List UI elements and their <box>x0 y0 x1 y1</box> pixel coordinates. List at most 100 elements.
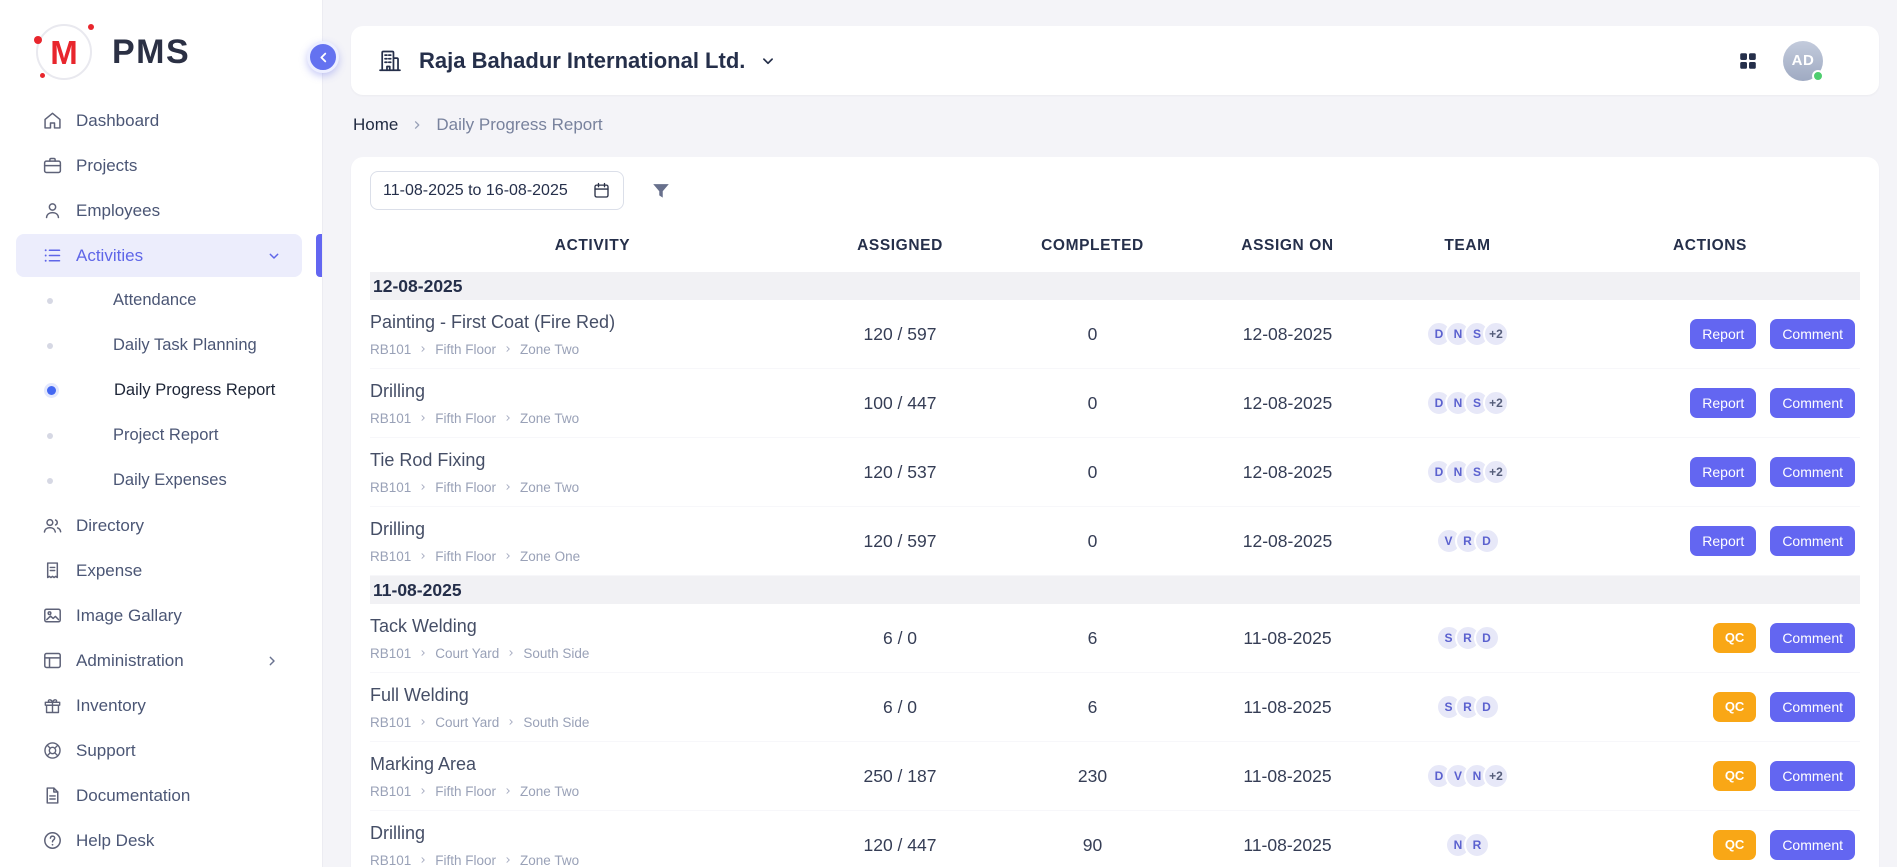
apps-grid-icon[interactable] <box>1737 50 1759 72</box>
sidebar-item-administration[interactable]: Administration <box>0 638 322 683</box>
date-range-input[interactable]: 11-08-2025 to 16-08-2025 <box>370 171 624 210</box>
sidebar-subitem-label: Daily Progress Report <box>114 381 275 400</box>
activities-icon <box>42 245 63 266</box>
activity-path: RB101Fifth FloorZone Two <box>370 342 803 357</box>
assigned-count: 120 / 447 <box>815 835 985 856</box>
filter-funnel-icon[interactable] <box>650 180 672 202</box>
report-button[interactable]: Report <box>1690 526 1756 556</box>
team-cell: SRD <box>1375 625 1560 651</box>
activity-cell: Marking AreaRB101Fifth FloorZone Two <box>370 754 815 799</box>
team-member-badge: D <box>1474 694 1500 720</box>
breadcrumb-home[interactable]: Home <box>353 115 398 135</box>
sidebar-item-activities[interactable]: Activities <box>16 234 302 277</box>
comment-button[interactable]: Comment <box>1770 388 1855 418</box>
projects-icon <box>42 155 63 176</box>
path-segment: Zone Two <box>520 853 579 867</box>
calendar-icon[interactable] <box>592 181 611 200</box>
path-chevron-icon <box>418 551 428 561</box>
activity-cell: Tack WeldingRB101Court YardSouth Side <box>370 616 815 661</box>
online-status-dot <box>1812 70 1824 82</box>
activity-row: Tie Rod FixingRB101Fifth FloorZone Two12… <box>370 438 1860 507</box>
activity-title: Painting - First Coat (Fire Red) <box>370 312 803 333</box>
activity-cell: DrillingRB101Fifth FloorZone Two <box>370 381 815 426</box>
team-cell: DVN+2 <box>1375 763 1560 789</box>
path-segment: RB101 <box>370 853 411 867</box>
active-indicator-bar <box>316 234 322 277</box>
sidebar-subitem-daily-expenses[interactable]: Daily Expenses <box>0 458 322 503</box>
comment-button[interactable]: Comment <box>1770 319 1855 349</box>
bullet-icon <box>47 298 53 304</box>
breadcrumb: Home Daily Progress Report <box>353 115 1877 135</box>
activity-cell: Tie Rod FixingRB101Fifth FloorZone Two <box>370 450 815 495</box>
sidebar-item-expense[interactable]: Expense <box>0 548 322 593</box>
assign-on-date: 12-08-2025 <box>1200 393 1375 414</box>
column-header-actions: ACTIONS <box>1560 237 1860 255</box>
chevron-down-icon[interactable] <box>759 52 777 70</box>
qc-button[interactable]: QC <box>1713 761 1757 792</box>
qc-button[interactable]: QC <box>1713 692 1757 723</box>
sidebar-subitem-project-report[interactable]: Project Report <box>0 413 322 458</box>
completed-count: 6 <box>985 697 1200 718</box>
activity-path: RB101Fifth FloorZone Two <box>370 480 803 495</box>
sidebar-collapse-button[interactable] <box>307 41 339 73</box>
actions-cell: QC Comment <box>1560 692 1860 723</box>
path-segment: Fifth Floor <box>435 480 496 495</box>
sidebar-item-inventory[interactable]: Inventory <box>0 683 322 728</box>
sidebar-item-dashboard[interactable]: Dashboard <box>0 98 322 143</box>
report-button[interactable]: Report <box>1690 388 1756 418</box>
path-chevron-icon <box>506 717 516 727</box>
sidebar-item-employees[interactable]: Employees <box>0 188 322 233</box>
path-segment: RB101 <box>370 646 411 661</box>
sidebar-item-label: Administration <box>76 651 184 671</box>
date-group-header: 12-08-2025 <box>370 272 1860 300</box>
table-body: 12-08-2025 Painting - First Coat (Fire Re… <box>370 272 1860 867</box>
assigned-count: 6 / 0 <box>815 628 985 649</box>
sidebar-item-documentation[interactable]: Documentation <box>0 773 322 818</box>
path-segment: Fifth Floor <box>435 549 496 564</box>
sidebar-subitem-daily-progress-report[interactable]: Daily Progress Report <box>0 368 322 413</box>
sidebar-item-projects[interactable]: Projects <box>0 143 322 188</box>
assigned-count: 100 / 447 <box>815 393 985 414</box>
assigned-count: 120 / 537 <box>815 462 985 483</box>
comment-button[interactable]: Comment <box>1770 761 1855 791</box>
report-button[interactable]: Report <box>1690 457 1756 487</box>
qc-button[interactable]: QC <box>1713 623 1757 654</box>
top-header-bar: Raja Bahadur International Ltd. AD <box>351 26 1879 95</box>
path-segment: South Side <box>523 646 589 661</box>
report-button[interactable]: Report <box>1690 319 1756 349</box>
filter-row: 11-08-2025 to 16-08-2025 <box>370 171 1860 210</box>
sidebar-subitem-daily-task-planning[interactable]: Daily Task Planning <box>0 323 322 368</box>
sidebar-subitem-attendance[interactable]: Attendance <box>0 278 322 323</box>
comment-button[interactable]: Comment <box>1770 457 1855 487</box>
path-chevron-icon <box>503 551 513 561</box>
actions-cell: QC Comment <box>1560 830 1860 861</box>
comment-button[interactable]: Comment <box>1770 526 1855 556</box>
expense-icon <box>42 560 63 581</box>
sidebar-item-image-gallary[interactable]: Image Gallary <box>0 593 322 638</box>
sidebar-item-directory[interactable]: Directory <box>0 503 322 548</box>
team-cell: DNS+2 <box>1375 459 1560 485</box>
sidebar-item-help-desk[interactable]: Help Desk <box>0 818 322 863</box>
actions-cell: Report Comment <box>1560 457 1860 487</box>
path-segment: RB101 <box>370 715 411 730</box>
sidebar-item-label: Support <box>76 741 136 761</box>
sidebar-subitem-label: Project Report <box>113 426 218 445</box>
avatar[interactable]: AD <box>1783 41 1823 81</box>
activity-title: Tie Rod Fixing <box>370 450 803 471</box>
breadcrumb-chevron-icon <box>410 118 424 132</box>
comment-button[interactable]: Comment <box>1770 692 1855 722</box>
company-name[interactable]: Raja Bahadur International Ltd. <box>419 48 745 74</box>
completed-count: 6 <box>985 628 1200 649</box>
sidebar-item-support[interactable]: Support <box>0 728 322 773</box>
activity-path: RB101Court YardSouth Side <box>370 646 803 661</box>
path-segment: RB101 <box>370 480 411 495</box>
path-chevron-icon <box>503 855 513 865</box>
comment-button[interactable]: Comment <box>1770 623 1855 653</box>
activity-row: Full WeldingRB101Court YardSouth Side6 /… <box>370 673 1860 742</box>
comment-button[interactable]: Comment <box>1770 830 1855 860</box>
qc-button[interactable]: QC <box>1713 830 1757 861</box>
column-header-assigned: ASSIGNED <box>815 237 985 255</box>
team-cell: DNS+2 <box>1375 390 1560 416</box>
sidebar-item-label: Activities <box>76 246 143 266</box>
activity-title: Drilling <box>370 823 803 844</box>
